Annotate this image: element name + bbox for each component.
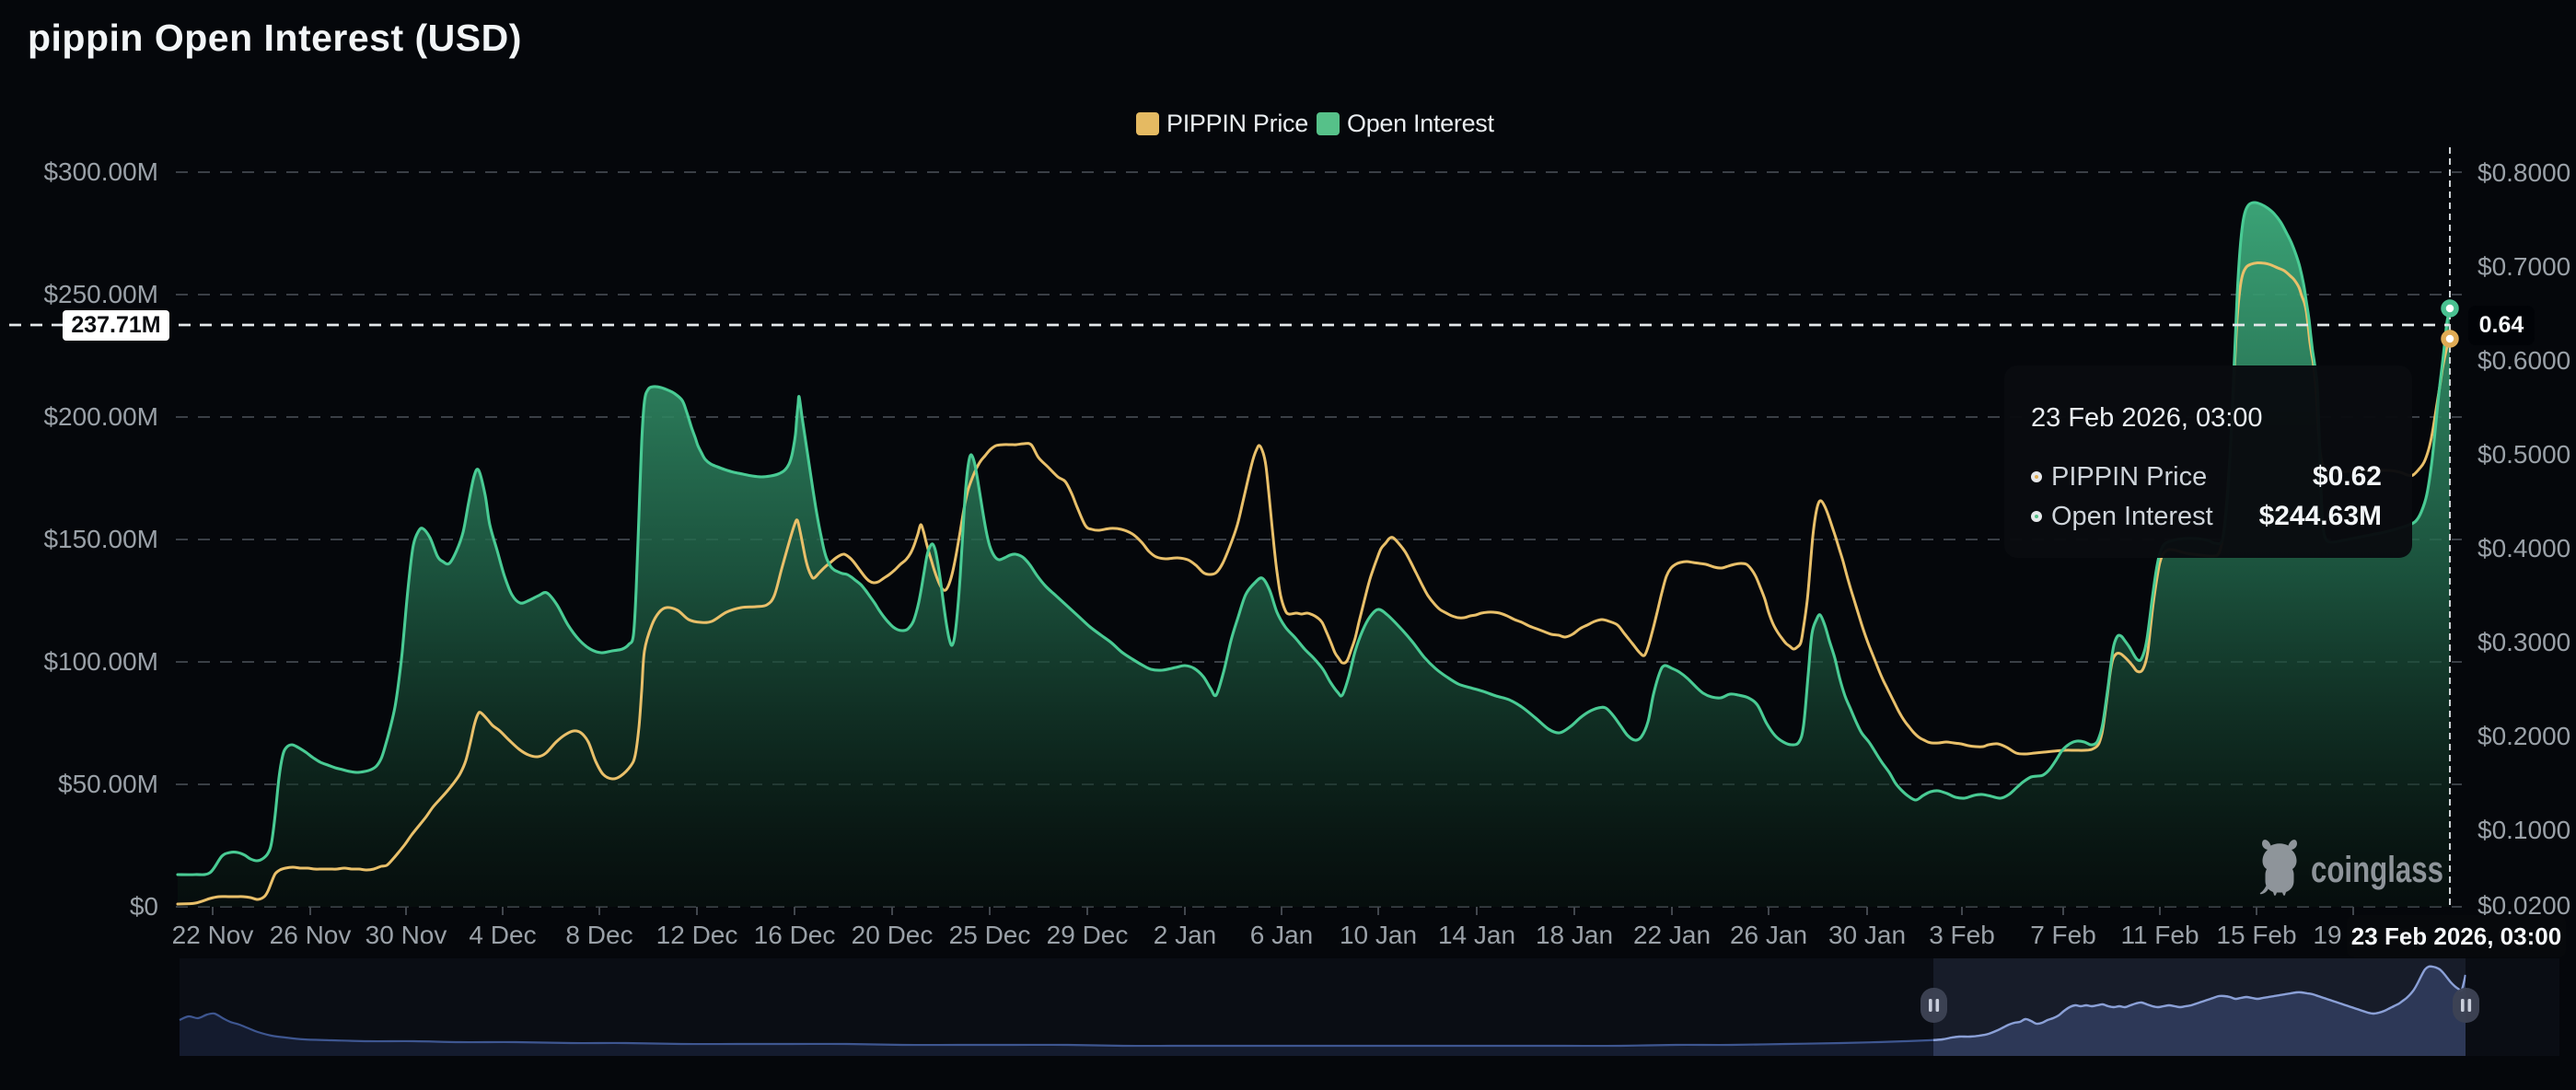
svg-text:coinglass: coinglass — [2311, 850, 2443, 890]
